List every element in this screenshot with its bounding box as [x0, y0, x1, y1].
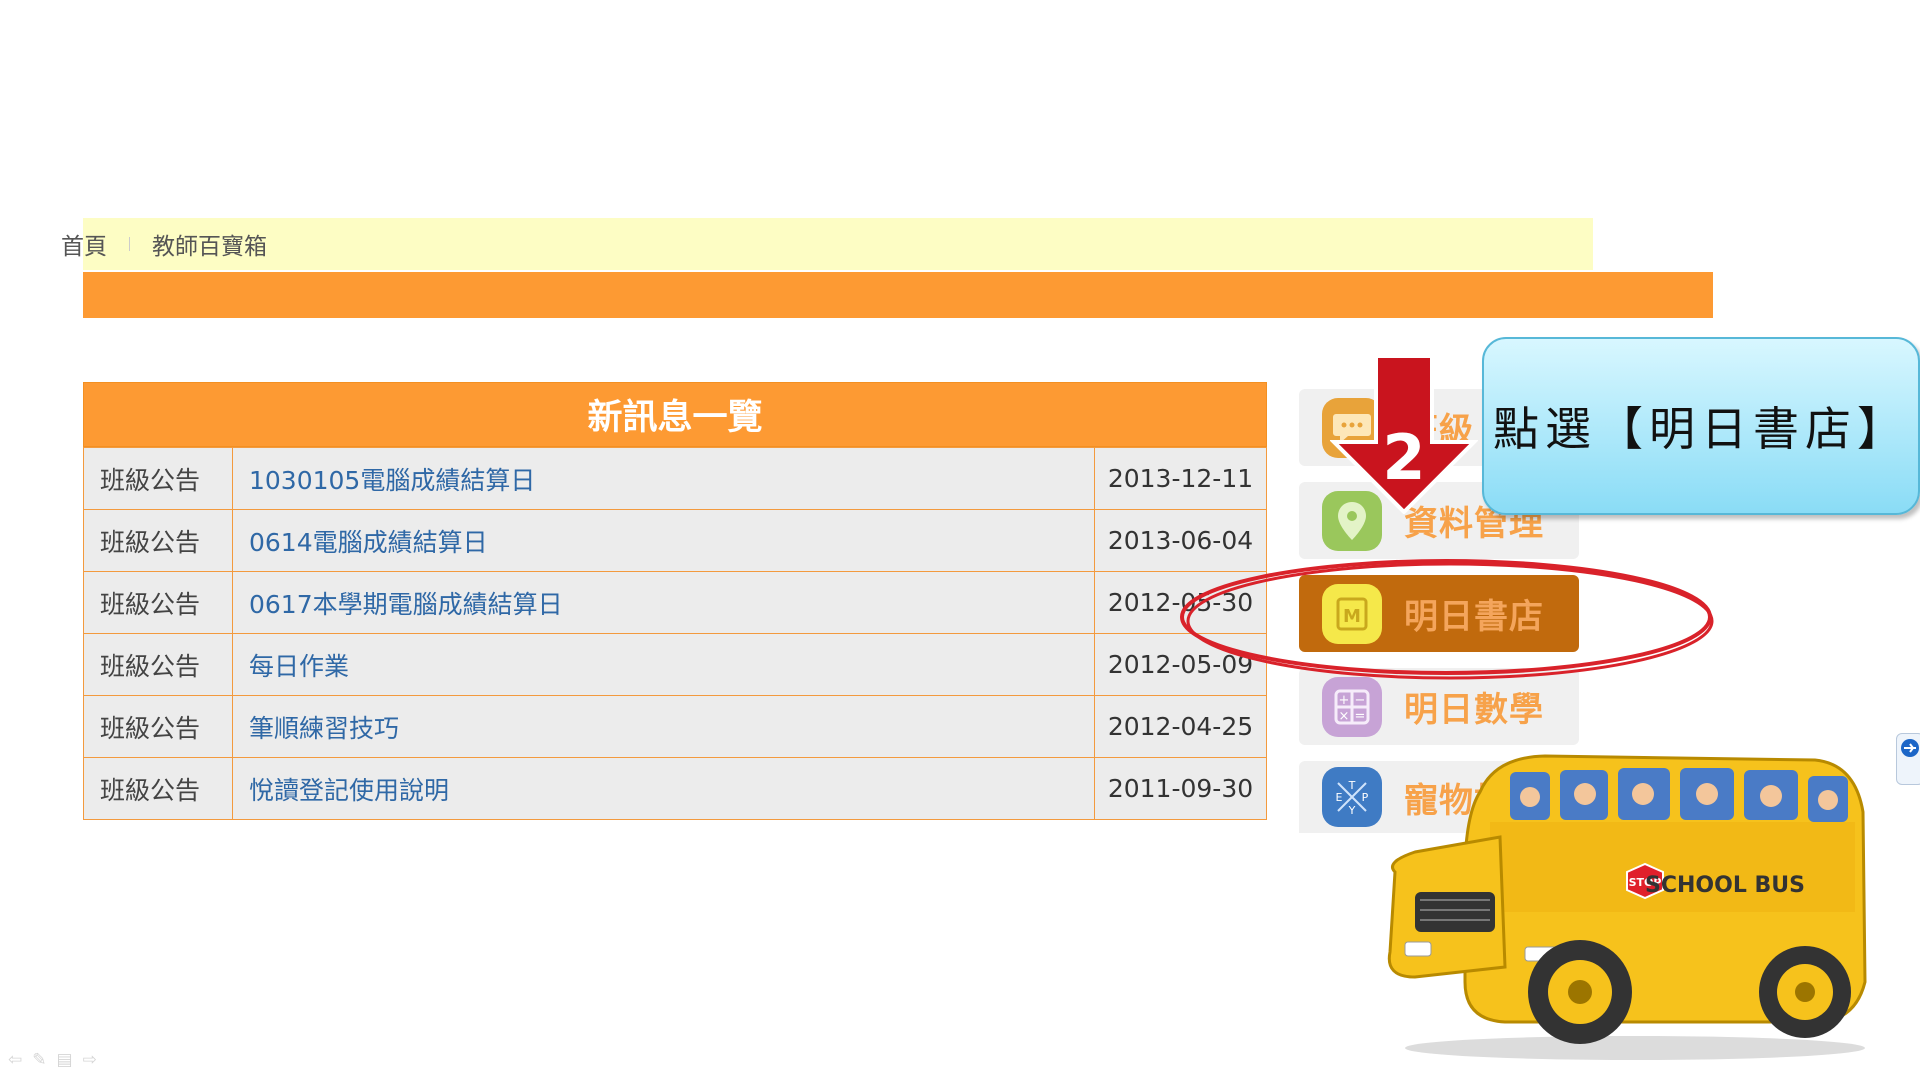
bus-label: SCHOOL BUS: [1645, 873, 1805, 898]
news-table: 班級公告 1030105電腦成績結算日 2013-12-11 班級公告 0614…: [83, 447, 1267, 820]
step-arrow-icon: 2: [1330, 356, 1478, 514]
pen-icon[interactable]: ✎: [32, 1050, 46, 1070]
teamviewer-icon: [1901, 739, 1919, 757]
table-row: 班級公告 0617本學期電腦成績結算日 2012-05-30: [83, 571, 1267, 634]
svg-text:+: +: [1339, 693, 1350, 708]
menu-icon[interactable]: ▤: [57, 1050, 73, 1070]
news-link[interactable]: 1030105電腦成績結算日: [232, 447, 1095, 510]
typing-icon: TE PY: [1322, 767, 1382, 827]
news-date: 2012-04-25: [1094, 695, 1267, 758]
news-date: 2013-12-11: [1094, 447, 1267, 510]
news-category: 班級公告: [83, 447, 233, 510]
news-link[interactable]: 筆順練習技巧: [232, 695, 1095, 758]
menu-item-label: 明日數學: [1404, 690, 1544, 730]
news-link[interactable]: 0617本學期電腦成績結算日: [232, 571, 1095, 634]
teamviewer-tab[interactable]: [1896, 733, 1920, 785]
table-row: 班級公告 1030105電腦成績結算日 2013-12-11: [83, 447, 1267, 510]
nav-separator: [129, 237, 130, 251]
svg-text:P: P: [1362, 791, 1369, 804]
news-link[interactable]: 0614電腦成績結算日: [232, 509, 1095, 572]
nav-teacher-toolbox[interactable]: 教師百寶箱: [152, 227, 267, 261]
table-row: 班級公告 悅讀登記使用說明 2011-09-30: [83, 757, 1267, 820]
highlight-ellipse: [1180, 559, 1714, 680]
previous-slide-icon[interactable]: ⇦: [8, 1050, 22, 1070]
top-nav: 首頁 教師百寶箱: [61, 218, 1593, 270]
instruction-callout: 點選【明日書店】: [1482, 337, 1920, 515]
step-number: 2: [1382, 421, 1425, 494]
table-row: 班級公告 筆順練習技巧 2012-04-25: [83, 695, 1267, 758]
table-row: 班級公告 0614電腦成績結算日 2013-06-04: [83, 509, 1267, 572]
svg-text:E: E: [1336, 791, 1343, 804]
svg-text:Y: Y: [1348, 804, 1356, 817]
news-category: 班級公告: [83, 509, 233, 572]
news-category: 班級公告: [83, 757, 233, 820]
news-link[interactable]: 悅讀登記使用說明: [232, 757, 1095, 820]
news-date: 2011-09-30: [1094, 757, 1267, 820]
next-slide-icon[interactable]: ⇨: [83, 1050, 97, 1070]
news-category: 班級公告: [83, 571, 233, 634]
school-bus-illustration: STOP SCHOOL BUS: [1387, 754, 1867, 1060]
table-row: 班級公告 每日作業 2012-05-09: [83, 633, 1267, 696]
news-panel: 新訊息一覽 班級公告 1030105電腦成績結算日 2013-12-11 班級公…: [83, 382, 1267, 820]
svg-text:×: ×: [1339, 709, 1350, 724]
news-category: 班級公告: [83, 633, 233, 696]
news-title: 新訊息一覽: [83, 382, 1267, 447]
orange-divider-bar: [83, 272, 1713, 318]
svg-text:T: T: [1348, 779, 1356, 792]
nav-home[interactable]: 首頁: [61, 227, 107, 261]
calculator-icon: + − × =: [1322, 676, 1382, 737]
news-link[interactable]: 每日作業: [232, 633, 1095, 696]
presentation-controls: ⇦ ✎ ▤ ⇨: [8, 1050, 97, 1070]
news-category: 班級公告: [83, 695, 233, 758]
svg-text:−: −: [1355, 693, 1366, 708]
svg-text:=: =: [1355, 709, 1366, 724]
